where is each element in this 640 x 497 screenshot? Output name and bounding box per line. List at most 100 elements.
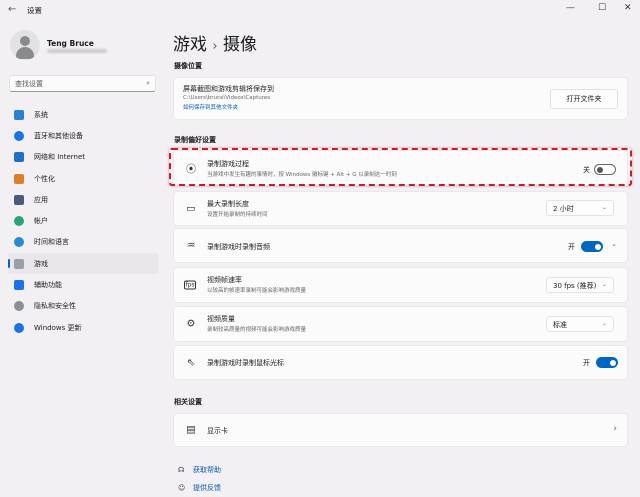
video-camera-icon: ▭ xyxy=(186,203,196,214)
sidebar-item-label: 蓝牙和其他设备 xyxy=(34,131,83,140)
sidebar-item-icon xyxy=(14,109,24,120)
sidebar-item[interactable]: 帐户 xyxy=(8,210,158,231)
sidebar-item-label: Windows 更新 xyxy=(34,323,82,332)
maximize-button[interactable]: ☐ xyxy=(598,3,606,13)
dropdown-value: 2 小时 xyxy=(553,205,574,213)
row-subtitle: 以较高的帧速率录制可能会影响游戏质量 xyxy=(207,288,307,294)
frame-rate-dropdown[interactable]: 30 fps (推荐) ⌄ xyxy=(546,277,614,293)
sidebar-item-label: 游戏 xyxy=(34,259,48,268)
section-capture-location: 摄像位置 xyxy=(174,62,202,70)
video-quality-dropdown[interactable]: 标准 ⌄ xyxy=(546,316,614,332)
sidebar-item-icon xyxy=(14,237,24,248)
sidebar-item-label: 个性化 xyxy=(34,174,55,183)
sidebar-item[interactable]: 辅助功能 xyxy=(8,274,158,295)
max-length-dropdown[interactable]: 2 小时 ⌄ xyxy=(546,200,614,216)
chevron-down-icon[interactable]: ⌄ xyxy=(611,240,617,248)
video-quality-row: ⚙ 视频质量 录制较高质量的视频可能会影响游戏质量 标准 ⌄ xyxy=(173,306,628,342)
breadcrumb-separator: › xyxy=(212,39,218,54)
user-email-blurred xyxy=(47,49,107,53)
sidebar-item[interactable]: 个性化 xyxy=(8,168,158,189)
row-title: 显示卡 xyxy=(207,427,228,435)
row-subtitle: 录制较高质量的视频可能会影响游戏质量 xyxy=(207,327,307,333)
audio-wave-icon: ♒ xyxy=(186,240,196,251)
graphics-row[interactable]: ▤ 显示卡 › xyxy=(173,413,628,447)
sidebar-item[interactable]: 系统 xyxy=(8,104,158,125)
chevron-down-icon: ⌄ xyxy=(601,320,607,327)
sidebar-item-icon xyxy=(14,130,24,141)
sidebar-item[interactable]: 隐私和安全性 xyxy=(8,296,158,317)
sidebar-item[interactable]: 应用 xyxy=(8,189,158,210)
row-title: 视频帧速率 xyxy=(207,276,242,284)
title-bar: ← 设置 — ☐ ✕ xyxy=(0,0,640,20)
section-recording-prefs: 录制偏好设置 xyxy=(174,136,216,144)
sidebar-item-icon xyxy=(14,301,24,312)
section-related: 相关设置 xyxy=(174,398,202,406)
back-arrow-icon[interactable]: ← xyxy=(8,4,16,15)
fps-icon: fps xyxy=(184,280,196,290)
chevron-down-icon: ⌄ xyxy=(601,204,607,211)
toggle-state-label: 开 xyxy=(583,359,590,367)
sidebar-item-icon xyxy=(14,152,24,163)
open-folder-button[interactable]: 打开文件夹 xyxy=(550,89,618,109)
sidebar-item[interactable]: 蓝牙和其他设备 xyxy=(8,125,158,146)
sidebar-nav: 系统蓝牙和其他设备 网络和 Internet 个性化应用帐户时间和语言游戏辅助功能隐… xyxy=(8,104,158,338)
sidebar-item-label: 网络和 Internet xyxy=(34,153,86,162)
sidebar-item-icon xyxy=(14,258,24,269)
sidebar-item-icon xyxy=(14,194,24,205)
user-name: Teng Bruce xyxy=(47,39,94,48)
sidebar-item-label: 隐私和安全性 xyxy=(34,302,76,311)
chevron-right-icon: › xyxy=(613,424,617,434)
record-cursor-toggle[interactable] xyxy=(596,357,618,368)
row-title: 视频质量 xyxy=(207,315,235,323)
avatar xyxy=(10,30,40,60)
toggle-state-label: 开 xyxy=(568,243,575,251)
breadcrumb-current: 摄像 xyxy=(223,35,258,55)
sidebar-item[interactable]: 时间和语言 xyxy=(8,232,158,253)
close-button[interactable]: ✕ xyxy=(624,3,632,13)
sidebar-item[interactable]: 游戏 xyxy=(8,253,158,275)
feedback-link[interactable]: ☺ 提供反馈 xyxy=(178,483,221,493)
row-title: 录制游戏时录制鼠标光标 xyxy=(207,359,284,367)
sidebar-item[interactable]: Windows 更新 xyxy=(8,317,158,338)
search-input[interactable]: 查找设置 ⌕ xyxy=(9,75,156,92)
capture-path: C:\Users\bruce\Videos\Captures xyxy=(183,95,271,101)
get-help-link[interactable]: ☊ 获取帮助 xyxy=(178,465,221,475)
row-subtitle: 设置开始录制的持续时间 xyxy=(207,212,268,218)
help-icon: ☊ xyxy=(178,466,185,474)
breadcrumb-parent[interactable]: 游戏 xyxy=(173,35,207,55)
record-cursor-row: ⇖ 录制游戏时录制鼠标光标 开 xyxy=(173,345,628,380)
mouse-cursor-icon: ⇖ xyxy=(186,357,196,368)
link-label: 提供反馈 xyxy=(193,484,221,492)
frame-rate-row: fps 视频帧速率 以较高的帧速率录制可能会影响游戏质量 30 fps (推荐)… xyxy=(173,267,628,303)
sidebar-item-label: 系统 xyxy=(34,110,48,119)
max-recording-length-row: ▭ 最大录制长度 设置开始录制的持续时间 2 小时 ⌄ xyxy=(173,191,628,226)
row-title: 录制游戏时录制音频 xyxy=(207,243,270,251)
graphics-card-icon: ▤ xyxy=(186,424,196,436)
search-icon[interactable]: ⌕ xyxy=(146,79,150,88)
highlight-annotation xyxy=(169,148,632,186)
link-label: 获取帮助 xyxy=(193,466,221,474)
search-placeholder: 查找设置 xyxy=(15,80,43,88)
sidebar-item-icon xyxy=(14,216,24,227)
minimize-button[interactable]: — xyxy=(566,3,575,13)
app-title: 设置 xyxy=(27,6,42,15)
sidebar-item-label: 应用 xyxy=(34,195,48,204)
sidebar-item[interactable]: 网络和 Internet xyxy=(8,147,158,168)
sidebar-item-icon xyxy=(14,173,24,184)
dropdown-value: 标准 xyxy=(553,321,567,329)
feedback-icon: ☺ xyxy=(178,484,186,492)
sidebar-item-icon xyxy=(14,280,24,291)
row-title: 最大录制长度 xyxy=(207,200,249,208)
page-title: 游戏 › 摄像 xyxy=(173,30,257,55)
sidebar-item-icon xyxy=(14,322,24,333)
record-audio-toggle[interactable] xyxy=(581,241,603,252)
sidebar-item-label: 辅助功能 xyxy=(34,281,62,290)
record-audio-row: ♒ 录制游戏时录制音频 开 ⌄ xyxy=(173,228,628,263)
other-folder-link[interactable]: 如何保存到其他文件夹 xyxy=(183,103,238,111)
sidebar-item-label: 时间和语言 xyxy=(34,238,69,247)
capture-location-title: 屏幕截图和游戏剪辑将保存到 xyxy=(183,85,274,93)
sidebar-item-label: 帐户 xyxy=(34,217,48,226)
dropdown-value: 30 fps (推荐) xyxy=(553,282,597,290)
video-quality-icon: ⚙ xyxy=(186,318,196,330)
capture-location-card: 屏幕截图和游戏剪辑将保存到 C:\Users\bruce\Videos\Capt… xyxy=(173,77,628,120)
